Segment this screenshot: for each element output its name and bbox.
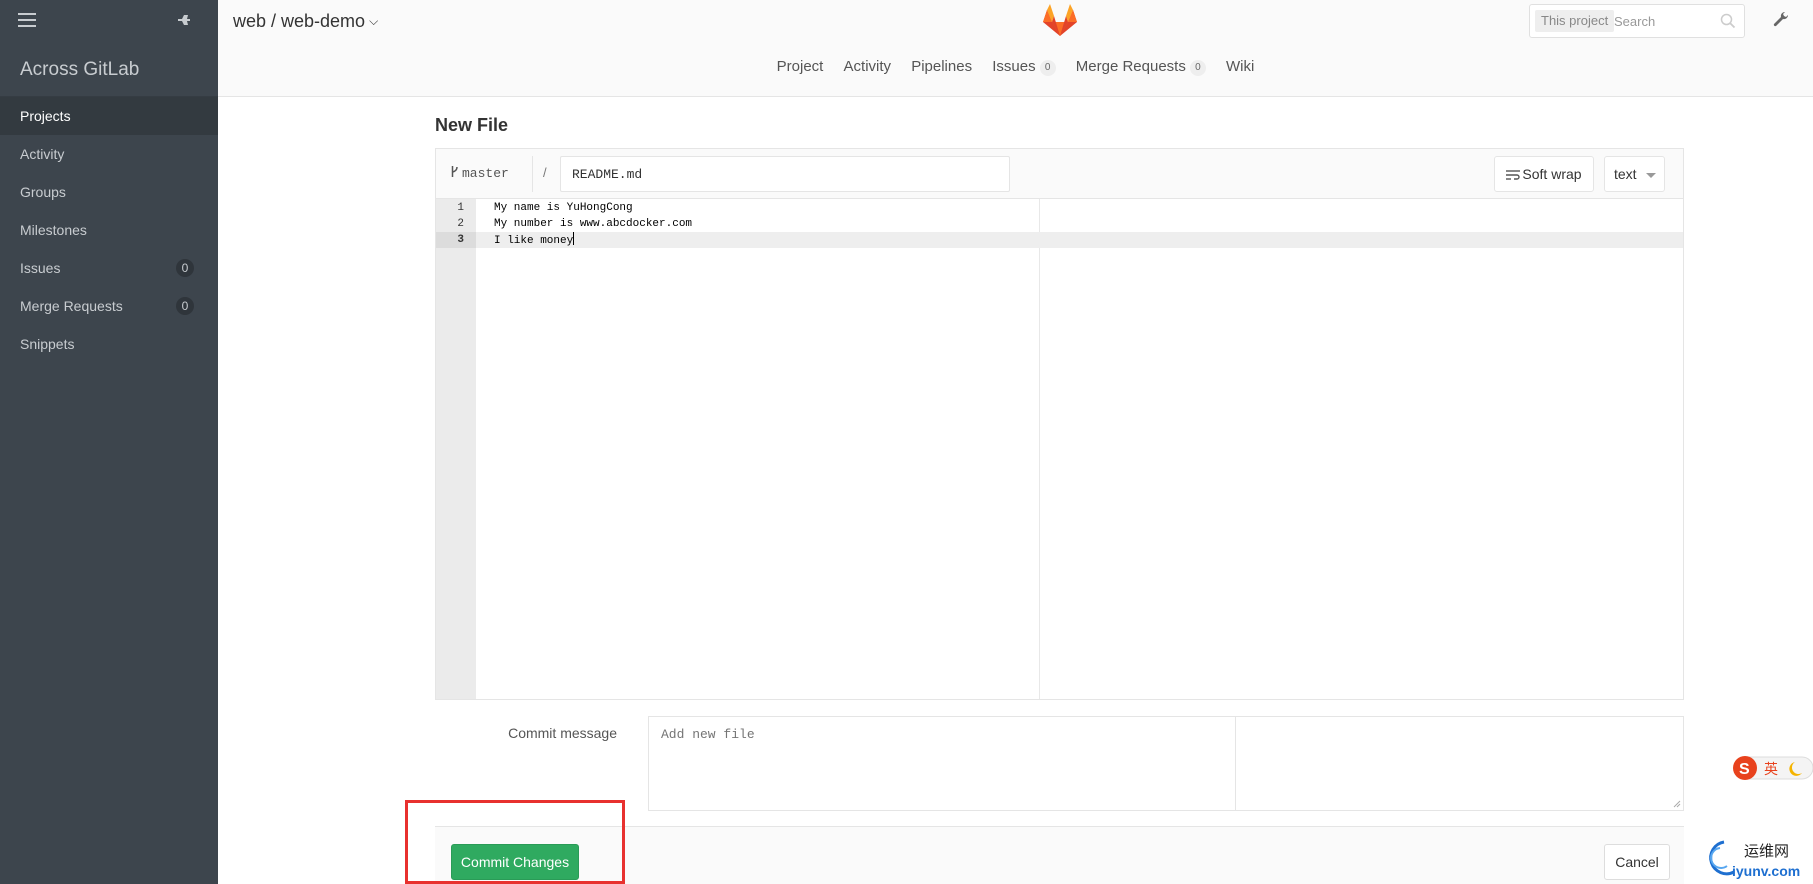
hamburger-menu-icon[interactable] <box>18 13 36 27</box>
sidebar-item-projects[interactable]: Projects <box>0 97 218 135</box>
nav-tab-project[interactable]: Project <box>777 58 824 75</box>
nav-tab-issues[interactable]: Issues 0 <box>992 58 1056 76</box>
wrench-icon[interactable] <box>1771 10 1791 30</box>
sidebar-item-snippets[interactable]: Snippets <box>0 325 218 363</box>
search-scope-badge: This project <box>1535 10 1615 32</box>
project-nav: Project Activity Pipelines Issues 0 Merge… <box>218 58 1813 76</box>
branch-indicator: master <box>450 165 509 181</box>
sidebar-item-label: Merge Requests <box>20 298 123 314</box>
ime-mode-label: 英 <box>1764 761 1778 778</box>
watermark-text: 运维网 <box>1744 842 1789 860</box>
sidebar-top <box>0 0 218 42</box>
language-select-value: text <box>1614 166 1637 182</box>
commit-message-label: Commit message <box>508 725 617 741</box>
sidebar-item-issues[interactable]: Issues 0 <box>0 249 218 287</box>
merge-requests-count-badge: 0 <box>1189 60 1206 76</box>
breadcrumb-text: web / web-demo <box>233 11 366 31</box>
chevron-down-icon: ⌵ <box>369 14 379 28</box>
header: web / web-demo⌵ This project Project Act… <box>218 0 1813 97</box>
pin-icon[interactable] <box>174 10 194 30</box>
sidebar-item-label: Groups <box>20 184 66 200</box>
nav-tab-label: Activity <box>843 58 892 75</box>
watermark-logo: 运维网 iyunv.com <box>1709 840 1800 879</box>
search-input[interactable] <box>1614 10 1714 32</box>
resize-grip-icon[interactable] <box>1673 800 1681 808</box>
cancel-button[interactable]: Cancel <box>1604 844 1670 880</box>
sidebar-item-milestones[interactable]: Milestones <box>0 211 218 249</box>
merge-requests-count-badge: 0 <box>176 297 194 315</box>
branch-icon <box>451 166 458 177</box>
search-box: This project <box>1529 4 1745 38</box>
nav-tab-activity[interactable]: Activity <box>844 58 892 75</box>
nav-tab-label: Project <box>776 58 824 75</box>
sidebar-item-merge-requests[interactable]: Merge Requests 0 <box>0 287 218 325</box>
sidebar-item-label: Projects <box>20 108 71 124</box>
nav-tab-pipelines[interactable]: Pipelines <box>911 58 972 75</box>
nav-tab-label: Merge Requests <box>1075 58 1186 75</box>
line-number: 3 <box>436 232 476 248</box>
sidebar-item-label: Activity <box>20 146 65 162</box>
file-editor: master / Soft wrap text 1 My name is YuH… <box>435 148 1684 700</box>
caret-down-icon <box>1646 173 1656 178</box>
code-line[interactable]: 2 My number is www.abcdocker.com <box>436 216 1683 232</box>
path-separator: / <box>543 165 547 180</box>
line-number: 1 <box>457 202 464 214</box>
sidebar-item-label: Snippets <box>20 336 75 352</box>
sidebar-item-label: Milestones <box>20 222 87 238</box>
line-text: I like money <box>494 235 574 247</box>
issues-count-badge: 0 <box>176 259 194 277</box>
print-margin <box>1039 199 1040 699</box>
nav-tab-label: Issues <box>992 58 1036 75</box>
sidebar-nav: Projects Activity Groups Milestones Issu… <box>0 97 218 363</box>
line-text: My number is www.abcdocker.com <box>494 218 693 230</box>
branch-name: master <box>462 166 509 181</box>
annotation-highlight-box <box>405 800 625 884</box>
sidebar-title[interactable]: Across GitLab <box>0 42 218 97</box>
code-editor[interactable]: 1 My name is YuHongCong 2 My number is w… <box>436 199 1683 699</box>
line-text: My name is YuHongCong <box>494 202 633 214</box>
code-line[interactable]: 1 My name is YuHongCong <box>436 200 1683 216</box>
nav-tab-label: Wiki <box>1226 58 1255 75</box>
page-title: New File <box>435 115 509 135</box>
search-icon[interactable] <box>1720 13 1736 29</box>
nav-tab-wiki[interactable]: Wiki <box>1226 58 1254 75</box>
svg-text:S: S <box>1739 761 1750 778</box>
soft-wrap-icon <box>1506 170 1521 180</box>
gitlab-logo-icon[interactable] <box>1040 2 1080 38</box>
commit-message-box <box>648 716 1684 811</box>
nav-tab-merge-requests[interactable]: Merge Requests 0 <box>1076 58 1206 76</box>
sidebar-item-activity[interactable]: Activity <box>0 135 218 173</box>
soft-wrap-label: Soft wrap <box>1522 166 1582 182</box>
language-select[interactable]: text <box>1604 156 1665 192</box>
toolbar-divider <box>532 156 533 192</box>
editor-toolbar: master / Soft wrap text <box>436 149 1683 199</box>
filename-input[interactable] <box>560 156 1010 192</box>
sidebar: Across GitLab Projects Activity Groups M… <box>0 0 218 884</box>
sidebar-item-groups[interactable]: Groups <box>0 173 218 211</box>
watermark-url: iyunv.com <box>1732 863 1800 879</box>
project-breadcrumb[interactable]: web / web-demo ⌵ <box>233 10 378 32</box>
commit-message-input[interactable] <box>649 717 1236 810</box>
line-number: 2 <box>457 218 464 230</box>
issues-count-badge: 0 <box>1039 60 1056 76</box>
line-number-gutter <box>436 199 476 699</box>
sidebar-item-label: Issues <box>20 260 61 276</box>
ime-toolbar[interactable]: S 英 <box>1731 754 1813 782</box>
nav-tab-label: Pipelines <box>911 58 973 75</box>
code-line-current[interactable]: 3 I like money <box>436 232 1683 248</box>
soft-wrap-button[interactable]: Soft wrap <box>1494 156 1594 192</box>
line-text-wrap: I like money <box>494 232 575 249</box>
text-cursor <box>573 232 575 245</box>
